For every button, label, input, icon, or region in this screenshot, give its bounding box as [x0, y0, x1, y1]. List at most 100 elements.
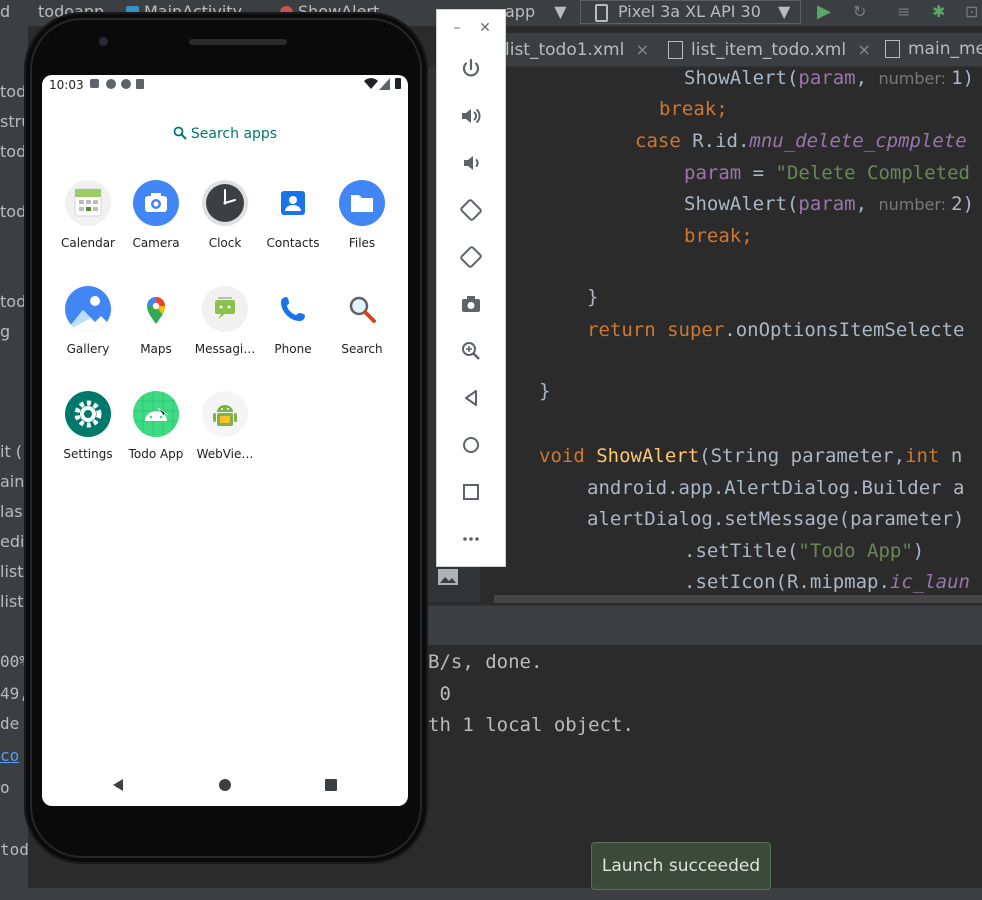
code-line: case R.id.mnu_delete_cpmplete	[635, 130, 967, 152]
emulator-toolbar: – ✕	[436, 9, 506, 567]
app-contacts[interactable]: Contacts	[258, 180, 328, 250]
app-label: Contacts	[266, 236, 320, 250]
run-config-label: app	[505, 2, 536, 21]
more-icon[interactable]	[459, 527, 483, 551]
code-line: .setIcon(R.mipmap.ic_laun	[684, 571, 970, 593]
close-icon[interactable]: ×	[858, 40, 871, 59]
contacts-icon	[270, 180, 316, 226]
gallery-icon	[65, 286, 111, 332]
tab-main-menu[interactable]: main_me	[885, 33, 982, 66]
app-label: Calendar	[61, 236, 115, 250]
code-line: break;	[659, 98, 728, 120]
rotate-right-icon[interactable]	[459, 245, 483, 269]
app-todo[interactable]: Todo App	[121, 391, 191, 461]
status-time: 10:03	[49, 78, 84, 92]
back-icon[interactable]	[459, 386, 483, 410]
messaging-icon	[202, 286, 248, 332]
settings-icon	[65, 391, 111, 437]
run-icon[interactable]: ▶	[817, 0, 831, 26]
app-label: Settings	[63, 447, 113, 461]
app-phone[interactable]: Phone	[258, 286, 328, 356]
notification-icon	[90, 79, 99, 88]
apply-code-changes-icon[interactable]: ≡	[897, 0, 910, 26]
app-maps[interactable]: Maps	[121, 286, 191, 356]
code-line: break;	[684, 225, 753, 247]
close-icon[interactable]: ✕	[477, 20, 493, 36]
tab-label: main_me	[908, 39, 982, 59]
app-label: WebVie…	[196, 447, 254, 461]
app-search[interactable]: Search	[327, 286, 397, 356]
minimize-icon[interactable]: –	[449, 20, 465, 36]
front-camera	[99, 37, 108, 46]
wifi-icon	[364, 78, 378, 89]
zoom-icon[interactable]	[459, 339, 483, 363]
tab-list-todo1[interactable]: list_todo1.xml ×	[505, 33, 649, 66]
xml-file-icon	[885, 40, 900, 58]
app-calendar[interactable]: Calendar	[53, 180, 123, 250]
power-icon[interactable]	[459, 57, 483, 81]
phone-icon	[270, 286, 316, 332]
todo-app-icon	[133, 391, 179, 437]
app-files[interactable]: Files	[327, 180, 397, 250]
nav-back-icon[interactable]	[109, 776, 127, 794]
console-line: th 1 local object.	[428, 714, 634, 736]
maps-icon	[133, 286, 179, 332]
app-messaging[interactable]: Messagi…	[190, 286, 260, 356]
nav-overview-icon[interactable]	[322, 776, 340, 794]
search-apps-bar[interactable]: Search apps	[42, 126, 408, 146]
debug-icon[interactable]: ✱	[932, 0, 945, 26]
app-camera[interactable]: Camera	[121, 180, 191, 250]
signal-icon	[379, 78, 390, 90]
app-clock[interactable]: Clock	[190, 180, 260, 250]
sd-card-icon	[136, 79, 144, 89]
console-fragment: todo	[0, 840, 28, 859]
tab-list-item-todo[interactable]: list_item_todo.xml ×	[668, 33, 871, 66]
app-gallery[interactable]: Gallery	[53, 286, 123, 356]
app-label: Maps	[140, 342, 172, 356]
device-label: Pixel 3a XL API 30	[618, 2, 761, 21]
clock-icon	[202, 180, 248, 226]
editor-tabs: list_todo1.xml × list_item_todo.xml × ma…	[505, 33, 982, 67]
nav-home-icon[interactable]	[216, 776, 234, 794]
webview-icon	[202, 391, 248, 437]
app-settings[interactable]: Settings	[53, 391, 123, 461]
editor-horizontal-scrollbar[interactable]	[494, 595, 982, 603]
chevron-down-icon: ▼	[554, 2, 567, 21]
device-select[interactable]: Pixel 3a XL API 30 ▼	[580, 0, 802, 24]
code-line: ShowAlert(param, number: 2)	[684, 193, 975, 215]
code-line: return super.onOptionsItemSelecte	[587, 319, 965, 341]
tab-label: list_item_todo.xml	[691, 40, 847, 60]
rotate-left-icon[interactable]	[459, 198, 483, 222]
apply-changes-icon[interactable]: ↻	[853, 0, 866, 26]
screenshot-icon[interactable]	[459, 292, 483, 316]
launch-toast[interactable]: Launch succeeded	[591, 842, 771, 890]
app-label: Messagi…	[194, 342, 256, 356]
volume-down-icon[interactable]	[459, 151, 483, 175]
run-config-select[interactable]: app ▼	[505, 0, 567, 26]
phone-screen[interactable]: 10:03 Search apps Calendar Camera Clock …	[42, 75, 408, 806]
console-line: B/s, done.	[428, 651, 543, 673]
close-icon[interactable]: ×	[636, 40, 649, 59]
battery-icon	[395, 78, 401, 89]
device-icon	[595, 3, 608, 22]
breadcrumb-root[interactable]: d	[0, 0, 10, 26]
code-editor[interactable]: ShowAlert(param, number: 1) break; case R.…	[480, 67, 982, 602]
volume-up-icon[interactable]	[459, 104, 483, 128]
app-webview[interactable]: WebVie…	[190, 391, 260, 461]
notification-icon	[106, 79, 116, 89]
console-line: 0	[428, 683, 451, 705]
app-label: Gallery	[66, 342, 110, 356]
code-line: alertDialog.setMessage(parameter)	[587, 508, 965, 530]
home-icon[interactable]	[459, 433, 483, 457]
overview-icon[interactable]	[459, 480, 483, 504]
ide-status-bar	[0, 888, 982, 900]
search-icon	[173, 126, 187, 140]
app-label: Todo App	[128, 447, 184, 461]
app-label: Phone	[274, 342, 312, 356]
image-icon[interactable]	[437, 567, 459, 587]
tab-label: list_todo1.xml	[505, 40, 625, 60]
profile-icon[interactable]: ⊡	[965, 0, 978, 26]
calendar-icon	[65, 180, 111, 226]
code-line: .setTitle("Todo App")	[684, 540, 925, 562]
code-line: ShowAlert(param, number: 1)	[684, 67, 975, 89]
